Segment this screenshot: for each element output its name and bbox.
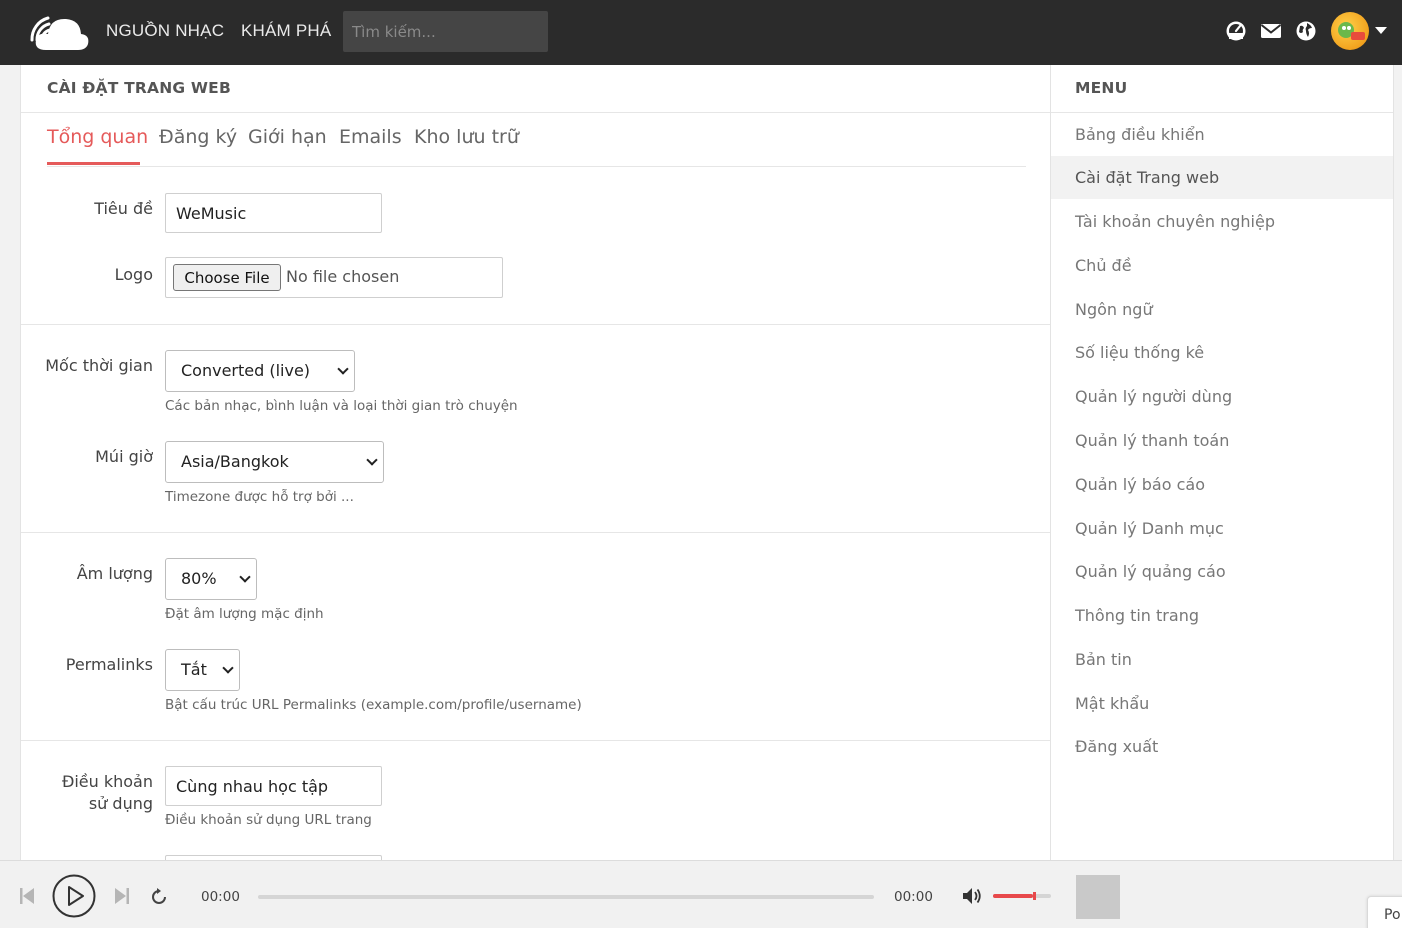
previous-icon[interactable]	[19, 887, 35, 905]
tab-kho-luu-tru[interactable]: Kho lưu trữ	[414, 126, 519, 148]
progress-bar[interactable]	[258, 895, 874, 899]
chevron-down-icon[interactable]	[1375, 27, 1387, 34]
section-divider	[21, 740, 1050, 741]
terms-help: Điều khoản sử dụng URL trang	[165, 812, 372, 828]
sidebar-menu: MENU Bảng điều khiển Cài đặt Trang web T…	[1051, 65, 1394, 860]
chevron-down-icon	[366, 454, 378, 466]
sidebar-item-newsletter[interactable]: Bản tin	[1051, 638, 1393, 681]
title-input[interactable]	[165, 193, 382, 233]
volume-help: Đặt âm lượng mặc định	[165, 606, 324, 622]
timezone-label: Múi giờ	[95, 447, 153, 466]
duration-time: 00:00	[894, 889, 933, 905]
cloud-logo-icon[interactable]	[20, 10, 90, 54]
timezone-select-value: Asia/Bangkok	[181, 452, 289, 471]
sidebar-item-languages[interactable]: Ngôn ngữ	[1051, 288, 1393, 331]
time-select-value: Converted (live)	[181, 361, 311, 380]
volume-select-value: 80%	[181, 569, 217, 588]
mail-icon[interactable]	[1260, 20, 1282, 42]
audio-player: 00:00 00:00 Po	[0, 860, 1402, 928]
volume-icon[interactable]	[961, 886, 983, 906]
sidebar-item-statistics[interactable]: Số liệu thống kê	[1051, 331, 1393, 374]
nav-kham-pha[interactable]: KHÁM PHÁ	[241, 21, 331, 41]
volume-handle[interactable]	[1033, 892, 1036, 900]
file-status: No file chosen	[286, 267, 400, 286]
sidebar-item-password[interactable]: Mật khẩu	[1051, 682, 1393, 725]
sidebar-item-pro-accounts[interactable]: Tài khoản chuyên nghiệp	[1051, 200, 1393, 243]
permalinks-help: Bật cấu trúc URL Permalinks (example.com…	[165, 697, 582, 713]
sidebar-item-themes[interactable]: Chủ đề	[1051, 244, 1393, 287]
section-divider	[21, 532, 1050, 533]
section-divider	[21, 324, 1050, 325]
chevron-down-icon	[337, 363, 349, 375]
time-help: Các bản nhạc, bình luận và loại thời gia…	[165, 398, 518, 414]
current-time: 00:00	[201, 889, 240, 905]
timezone-help: Timezone được hỗ trợ bởi ...	[165, 489, 354, 505]
corner-tab[interactable]: Po	[1367, 896, 1402, 928]
tab-dang-ky[interactable]: Đăng ký	[159, 126, 237, 148]
sidebar-item-users[interactable]: Quản lý người dùng	[1051, 375, 1393, 418]
title-divider	[21, 112, 1050, 113]
volume-label: Âm lượng	[76, 564, 153, 583]
active-tab-indicator	[47, 162, 140, 165]
search-input[interactable]	[343, 11, 548, 52]
sidebar-title: MENU	[1075, 79, 1128, 97]
repeat-icon[interactable]	[149, 887, 169, 907]
sidebar-item-dashboard[interactable]: Bảng điều khiển	[1051, 113, 1393, 156]
top-navbar: NGUỒN NHẠC KHÁM PHÁ	[0, 0, 1402, 65]
terms-input[interactable]	[165, 766, 382, 806]
settings-panel: CÀI ĐẶT TRANG WEB Tổng quan Đăng ký Giới…	[20, 65, 1051, 860]
sidebar-item-logout[interactable]: Đăng xuất	[1051, 725, 1393, 768]
title-label: Tiêu đề	[94, 199, 153, 218]
tab-gioi-han[interactable]: Giới hạn	[248, 126, 327, 148]
volume-slider[interactable]	[993, 892, 1051, 900]
timezone-select[interactable]: Asia/Bangkok	[165, 441, 384, 483]
sidebar-item-ads[interactable]: Quản lý quảng cáo	[1051, 550, 1393, 593]
tab-divider	[47, 166, 1026, 167]
play-icon[interactable]	[52, 874, 96, 918]
volume-level	[993, 894, 1033, 898]
tab-emails[interactable]: Emails	[339, 126, 402, 148]
choose-file-button[interactable]: Choose File	[173, 264, 281, 291]
tab-tong-quan[interactable]: Tổng quan	[47, 126, 148, 148]
sidebar-item-payments[interactable]: Quản lý thanh toán	[1051, 419, 1393, 462]
time-select[interactable]: Converted (live)	[165, 350, 355, 392]
avatar-image	[1338, 22, 1365, 40]
chevron-down-icon	[222, 662, 234, 674]
chevron-down-icon	[239, 571, 251, 583]
dashboard-icon[interactable]	[1225, 20, 1247, 42]
sidebar-item-site-settings[interactable]: Cài đặt Trang web	[1051, 156, 1393, 199]
avatar[interactable]	[1331, 12, 1369, 50]
permalinks-select-value: Tắt	[181, 660, 207, 679]
next-icon[interactable]	[114, 887, 130, 905]
terms-label: Điều khoản sử dụng	[23, 771, 153, 815]
permalinks-label: Permalinks	[65, 655, 153, 674]
globe-icon[interactable]	[1295, 20, 1317, 42]
sidebar-item-categories[interactable]: Quản lý Danh mục	[1051, 507, 1393, 550]
nav-nguon-nhac[interactable]: NGUỒN NHẠC	[106, 21, 224, 41]
terms-label-line2: sử dụng	[88, 794, 153, 813]
volume-select[interactable]: 80%	[165, 558, 257, 600]
track-cover[interactable]	[1076, 875, 1120, 919]
logo-label: Logo	[114, 265, 153, 284]
logo-file-input[interactable]: Choose File No file chosen	[165, 257, 503, 298]
time-label: Mốc thời gian	[45, 356, 153, 375]
terms-label-line1: Điều khoản	[61, 772, 153, 791]
permalinks-select[interactable]: Tắt	[165, 649, 240, 691]
sidebar-item-page-info[interactable]: Thông tin trang	[1051, 594, 1393, 637]
page-title: CÀI ĐẶT TRANG WEB	[47, 79, 231, 97]
sidebar-item-reports[interactable]: Quản lý báo cáo	[1051, 463, 1393, 506]
